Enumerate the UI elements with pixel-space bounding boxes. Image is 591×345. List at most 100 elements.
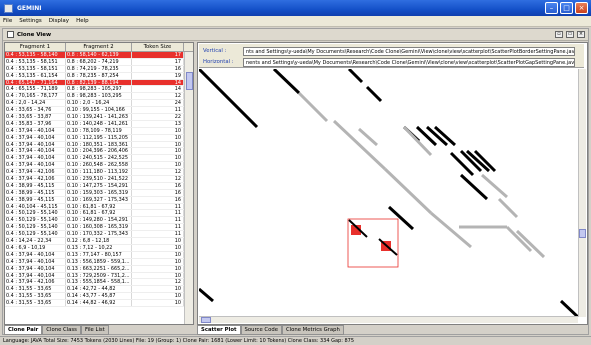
table-row[interactable]: 0.4 : 38,99 - 45,115 0.10 : 169,327 - 175… (5, 196, 193, 204)
close-icon[interactable]: × (575, 2, 588, 14)
scroll-thumb[interactable] (186, 72, 193, 90)
cell-f1: 0.4 : 53,135 - 58,151 (5, 58, 66, 65)
clone-lines-gray (297, 91, 546, 259)
cell-f2: 0.8 : 78,235 - 87,254 (66, 72, 132, 79)
menu-display[interactable]: Display (49, 18, 69, 24)
cell-f1: 0.4 : 37,94 - 40,104 (5, 127, 66, 134)
scroll-thumb[interactable] (579, 229, 586, 238)
table-row[interactable]: 0.4 : 70,165 - 78,177 0.8 : 98,283 - 103,… (5, 93, 193, 101)
vertical-label: Vertical : (203, 48, 227, 54)
tab-file-list[interactable]: File List (80, 325, 109, 335)
axis-info: Vertical : nts and Settings\y-ueda\My Do… (199, 44, 584, 68)
table-scrollbar[interactable] (184, 52, 193, 324)
menu-file[interactable]: File (3, 18, 12, 24)
table-row[interactable]: 0.4 : 37,94 - 40,104 0.13 : 729,2509 - 73… (5, 272, 193, 280)
menu-help[interactable]: Help (76, 18, 89, 24)
clone-view-checkbox[interactable] (7, 31, 14, 38)
tab-clone-pair[interactable]: Clone Pair (4, 325, 43, 335)
table-row[interactable]: 0.4 : 2,0 - 14,24 0.10 : 2,0 - 16,24 24 (5, 100, 193, 108)
table-row[interactable]: 0.4 : 50,129 - 55,140 0.10 : 149,280 - 15… (5, 217, 193, 225)
scroll-thumb[interactable] (201, 317, 211, 323)
table-row[interactable]: 0.4 : 50,129 - 55,140 0.10 : 61,81 - 67,9… (5, 210, 193, 218)
right-tab-bar: Scatter Plot Source Code Clone Metrics G… (197, 325, 344, 335)
table-row[interactable]: 0.4 : 50,129 - 55,140 0.10 : 170,332 - 17… (5, 231, 193, 239)
clone-line (347, 69, 364, 84)
tab-clone-class[interactable]: Clone Class (42, 325, 81, 335)
table-row[interactable]: 0.4 : 53,135 - 58,151 0.8 : 68,202 - 74,2… (5, 58, 193, 66)
vertical-row: Vertical : nts and Settings\y-ueda\My Do… (203, 46, 575, 56)
table-row[interactable]: 0.4 : 37,94 - 40,104 0.13 : 77,147 - 80,1… (5, 251, 193, 259)
table-row[interactable]: 0.4 : 31,55 - 33,65 0.14 : 42,72 - 44,82 1… (5, 286, 193, 294)
cell-f1: 0.4 : 70,165 - 78,177 (5, 93, 66, 100)
cell-size: 11 (132, 231, 184, 238)
table-row[interactable]: 0.4 : 50,129 - 55,140 0.10 : 160,308 - 16… (5, 224, 193, 232)
table-row[interactable]: 0.4 : 65,155 - 71,189 0.8 : 98,283 - 105,… (5, 86, 193, 94)
table-row[interactable]: 0.4 : 33,65 - 33,87 0.10 : 139,241 - 141,… (5, 114, 193, 121)
cell-size: 12 (132, 93, 184, 100)
header-fragment1[interactable]: Fragment 1 (5, 43, 66, 51)
table-row[interactable]: 0.4 : 53,135 - 61,154 0.8 : 78,235 - 87,2… (5, 72, 193, 80)
table-row[interactable]: 0.4 : 6,9 - 10,19 0.13 : 7,12 - 10,22 10 (5, 244, 193, 252)
table-row[interactable]: 0.4 : 37,94 - 40,104 0.10 : 180,351 - 183… (5, 141, 193, 149)
table-row[interactable]: 0.4 : 37,94 - 42,106 0.13 : 555,1854 - 55… (5, 279, 193, 287)
cell-f1: 0.4 : 50,129 - 55,140 (5, 231, 66, 238)
table-row[interactable]: 0.4 : 38,99 - 45,115 0.10 : 147,275 - 154… (5, 182, 193, 190)
table-row[interactable]: 0.4 : 14,24 - 22,34 0.12 : 6,8 - 12,18 10 (5, 238, 193, 245)
cell-size: 16 (132, 65, 184, 72)
clone-line (430, 211, 472, 249)
plot-hscrollbar[interactable] (199, 316, 578, 323)
table-row[interactable]: 0.4 : 37,94 - 40,104 0.10 : 78,109 - 78,1… (5, 127, 193, 135)
tab-source-code[interactable]: Source Code (240, 325, 282, 335)
close-panel-icon[interactable]: × (577, 31, 585, 38)
table-row[interactable]: 0.4 : 38,99 - 45,115 0.10 : 159,303 - 165… (5, 189, 193, 197)
table-row[interactable]: 0.4 : 53,135 - 58,151 0.8 : 74,219 - 78,2… (5, 65, 193, 73)
clone-lines-black (199, 69, 578, 317)
table-row[interactable]: 0.4 : 37,94 - 42,106 0.10 : 239,510 - 241… (5, 176, 193, 183)
plot-vscrollbar[interactable] (578, 69, 586, 317)
cell-size: 17 (132, 52, 184, 58)
restore-icon[interactable]: ▫ (555, 31, 563, 38)
table-row[interactable]: 0.4 : 40,104 - 45,115 0.10 : 61,81 - 67,9… (5, 203, 193, 211)
maximize-icon[interactable]: □ (560, 2, 573, 14)
cell-f1: 0.4 : 37,94 - 40,104 (5, 155, 66, 162)
horizontal-field[interactable]: nents and Settings\y-ueda\My Documents\R… (243, 57, 575, 67)
header-fragment2[interactable]: Fragment 2 (66, 43, 132, 51)
cell-f2: 0.10 : 160,308 - 165,319 (66, 224, 132, 231)
window-controls: – □ × (545, 2, 588, 14)
table-row[interactable]: 0.4 : 37,94 - 42,106 0.10 : 111,180 - 113… (5, 169, 193, 177)
table-row[interactable]: 0.4 : 37,94 - 40,104 0.10 : 240,515 - 242… (5, 155, 193, 163)
table-row[interactable]: 0.4 : 31,55 - 33,65 0.14 : 44,82 - 46,92 1… (5, 300, 193, 307)
table-row[interactable]: 0.4 : 37,94 - 40,104 0.10 : 204,396 - 206… (5, 148, 193, 156)
vertical-field[interactable]: nts and Settings\y-ueda\My Documents\Res… (243, 46, 575, 56)
table-row[interactable]: 0.4 : 31,55 - 33,65 0.14 : 43,77 - 45,87 1… (5, 293, 193, 301)
cell-f1: 0.4 : 50,129 - 55,140 (5, 210, 66, 217)
cell-f1: 0.4 : 37,94 - 40,104 (5, 258, 66, 265)
menu-settings[interactable]: Settings (19, 18, 42, 24)
table-row[interactable]: 0.4 : 53,135 - 58,140 0.8 : 58,140 - 62,1… (5, 52, 193, 59)
cell-f1: 0.4 : 37,94 - 42,106 (5, 279, 66, 286)
clone-pair-table: Fragment 1 Fragment 2 Token Size 0.4 : 5… (4, 42, 194, 325)
table-row[interactable]: 0.4 : 37,94 - 40,104 0.13 : 663,2251 - 66… (5, 265, 193, 273)
header-token-size[interactable]: Token Size (132, 43, 184, 51)
cell-size: 13 (132, 120, 184, 127)
maximize-panel-icon[interactable]: ▭ (566, 31, 574, 38)
cell-size: 11 (132, 210, 184, 217)
table-row[interactable]: 0.4 : 33,65 - 34,76 0.10 : 99,155 - 104,1… (5, 107, 193, 115)
table-row[interactable]: 0.4 : 37,94 - 40,104 0.10 : 112,195 - 115… (5, 134, 193, 142)
tab-clone-metrics-graph[interactable]: Clone Metrics Graph (281, 325, 344, 335)
cell-f2: 0.14 : 43,77 - 45,87 (66, 293, 132, 300)
cell-f1: 0.4 : 31,55 - 33,65 (5, 300, 66, 306)
tab-scatter-plot[interactable]: Scatter Plot (197, 325, 241, 335)
cell-f2: 0.13 : 556,1859 - 559,1... (66, 258, 132, 265)
cell-f2: 0.8 : 98,283 - 103,295 (66, 93, 132, 100)
table-row[interactable]: 0.4 : 35,83 - 37,96 0.10 : 140,248 - 141,… (5, 120, 193, 128)
cell-f2: 0.10 : 139,241 - 141,263 (66, 114, 132, 120)
table-row[interactable]: 0.4 : 37,94 - 40,104 0.10 : 260,548 - 262… (5, 162, 193, 170)
table-row[interactable]: 0.4 : 37,94 - 40,104 0.13 : 556,1859 - 55… (5, 258, 193, 266)
cell-f1: 0.4 : 14,24 - 22,34 (5, 238, 66, 244)
cell-f1: 0.4 : 2,0 - 14,24 (5, 100, 66, 107)
scatter-plot[interactable] (199, 69, 578, 317)
cell-size: 10 (132, 265, 184, 272)
minimize-icon[interactable]: – (545, 2, 558, 14)
table-row[interactable]: 0.4 : 65,147 - 71,164 0.8 : 82,139 - 88,1… (5, 79, 193, 87)
